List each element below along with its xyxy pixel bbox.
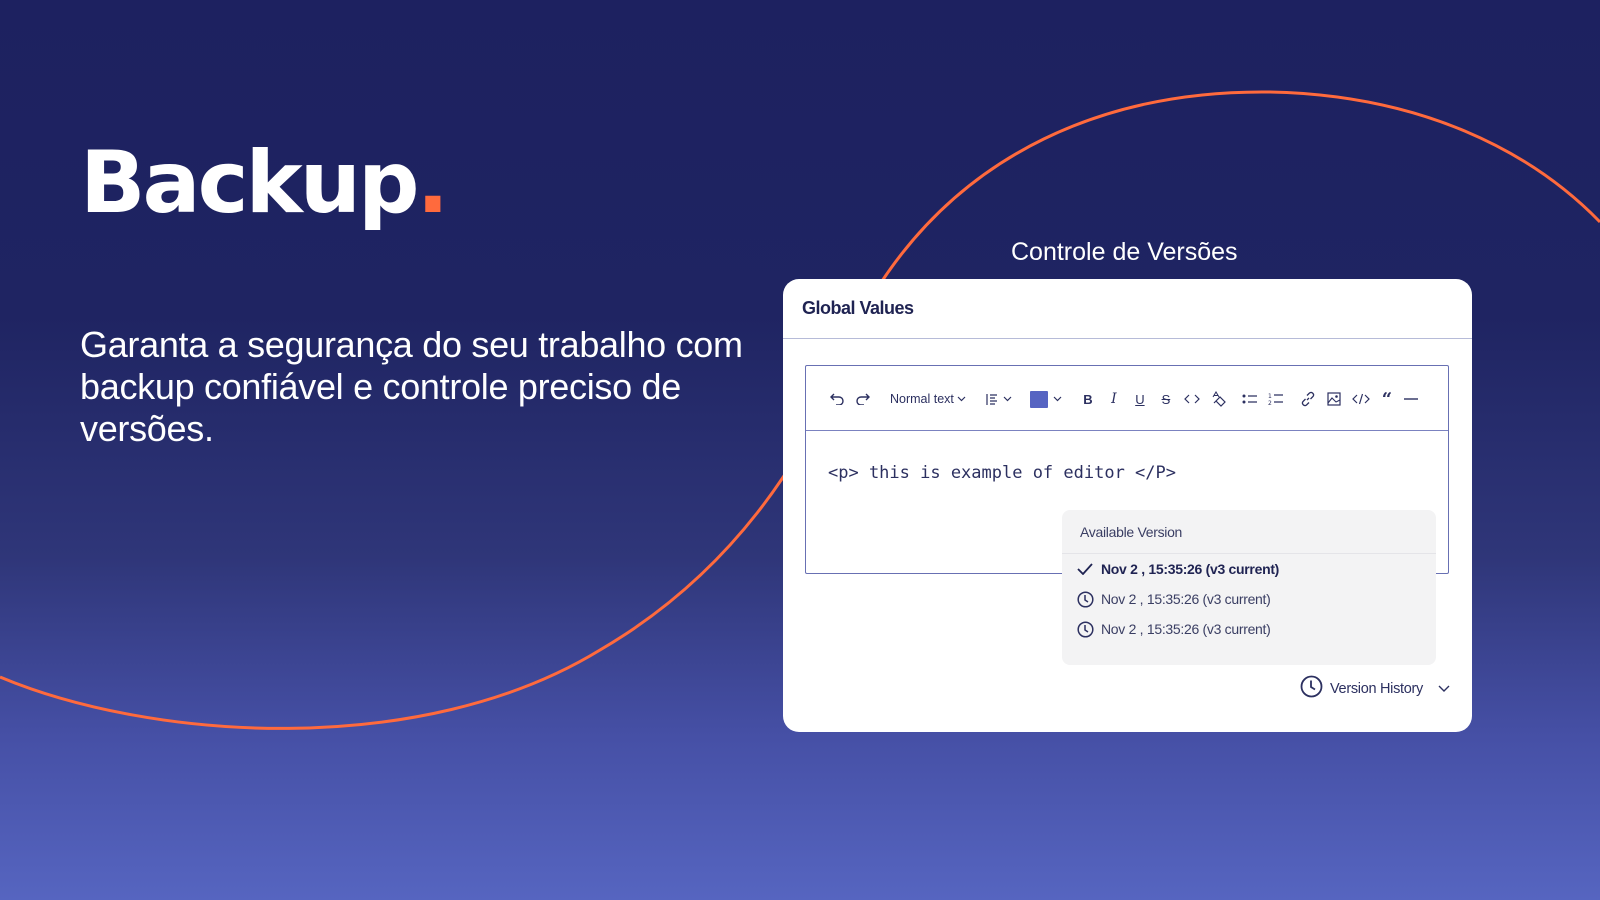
- numbered-list-icon[interactable]: 12: [1266, 388, 1286, 410]
- italic-button[interactable]: I: [1106, 388, 1122, 410]
- text-style-select[interactable]: Normal text: [890, 388, 966, 410]
- text-style-value: Normal text: [890, 392, 954, 406]
- version-item[interactable]: Nov 2 , 15:35:26 (v3 current): [1062, 614, 1436, 644]
- redo-icon[interactable]: [854, 388, 872, 410]
- chevron-down-icon: [1438, 681, 1450, 697]
- check-icon: [1076, 563, 1094, 575]
- clock-icon: [1076, 590, 1094, 608]
- link-icon[interactable]: [1298, 388, 1318, 410]
- version-history-button[interactable]: Version History: [1300, 675, 1450, 702]
- global-values-card: Global Values Normal text B I U S 1 2 “ …: [783, 279, 1472, 732]
- chevron-down-icon: [957, 396, 966, 402]
- section-label: Controle de Versões: [1011, 238, 1238, 266]
- version-item-label: Nov 2 , 15:35:26 (v3 current): [1101, 621, 1271, 637]
- clock-icon: [1076, 620, 1094, 638]
- align-left-icon: [986, 393, 997, 405]
- card-title: Global Values: [783, 279, 1472, 339]
- svg-text:1: 1: [1268, 393, 1272, 400]
- align-select[interactable]: [986, 388, 1012, 410]
- underline-button[interactable]: U: [1132, 388, 1148, 410]
- hero-title-text: Backup: [80, 133, 420, 233]
- clock-icon: [1300, 675, 1323, 702]
- version-item[interactable]: Nov 2 , 15:35:26 (v3 current): [1062, 584, 1436, 614]
- svg-text:2: 2: [1268, 400, 1272, 406]
- hero-subtitle: Garanta a segurança do seu trabalho com …: [80, 324, 743, 449]
- color-swatch: [1029, 390, 1048, 408]
- clear-format-icon[interactable]: [1208, 388, 1228, 410]
- editor-content[interactable]: <p> this is example of editor </P>: [806, 431, 1448, 515]
- text-color-select[interactable]: [1029, 388, 1062, 410]
- version-item-label: Nov 2 , 15:35:26 (v3 current): [1101, 561, 1280, 577]
- version-item[interactable]: Nov 2 , 15:35:26 (v3 current): [1062, 554, 1436, 584]
- inline-code-icon[interactable]: [1182, 388, 1202, 410]
- bullet-list-icon[interactable]: [1240, 388, 1260, 410]
- horizontal-rule-icon[interactable]: [1402, 388, 1420, 410]
- hero-title-dot: .: [416, 133, 450, 233]
- code-block-icon[interactable]: [1350, 388, 1372, 410]
- chevron-down-icon: [1003, 396, 1012, 402]
- hero-title: Backup.: [80, 140, 449, 226]
- version-dropdown-menu: Available Version Nov 2 , 15:35:26 (v3 c…: [1062, 510, 1436, 665]
- editor-toolbar: Normal text B I U S 1 2 “: [806, 366, 1448, 431]
- bold-button[interactable]: B: [1080, 388, 1096, 410]
- image-icon[interactable]: [1324, 388, 1344, 410]
- version-menu-header: Available Version: [1062, 510, 1436, 554]
- undo-icon[interactable]: [828, 388, 846, 410]
- version-item-label: Nov 2 , 15:35:26 (v3 current): [1101, 591, 1271, 607]
- chevron-down-icon: [1053, 396, 1062, 402]
- strikethrough-button[interactable]: S: [1158, 388, 1174, 410]
- quote-icon[interactable]: “: [1377, 388, 1397, 410]
- version-history-label: Version History: [1329, 680, 1423, 697]
